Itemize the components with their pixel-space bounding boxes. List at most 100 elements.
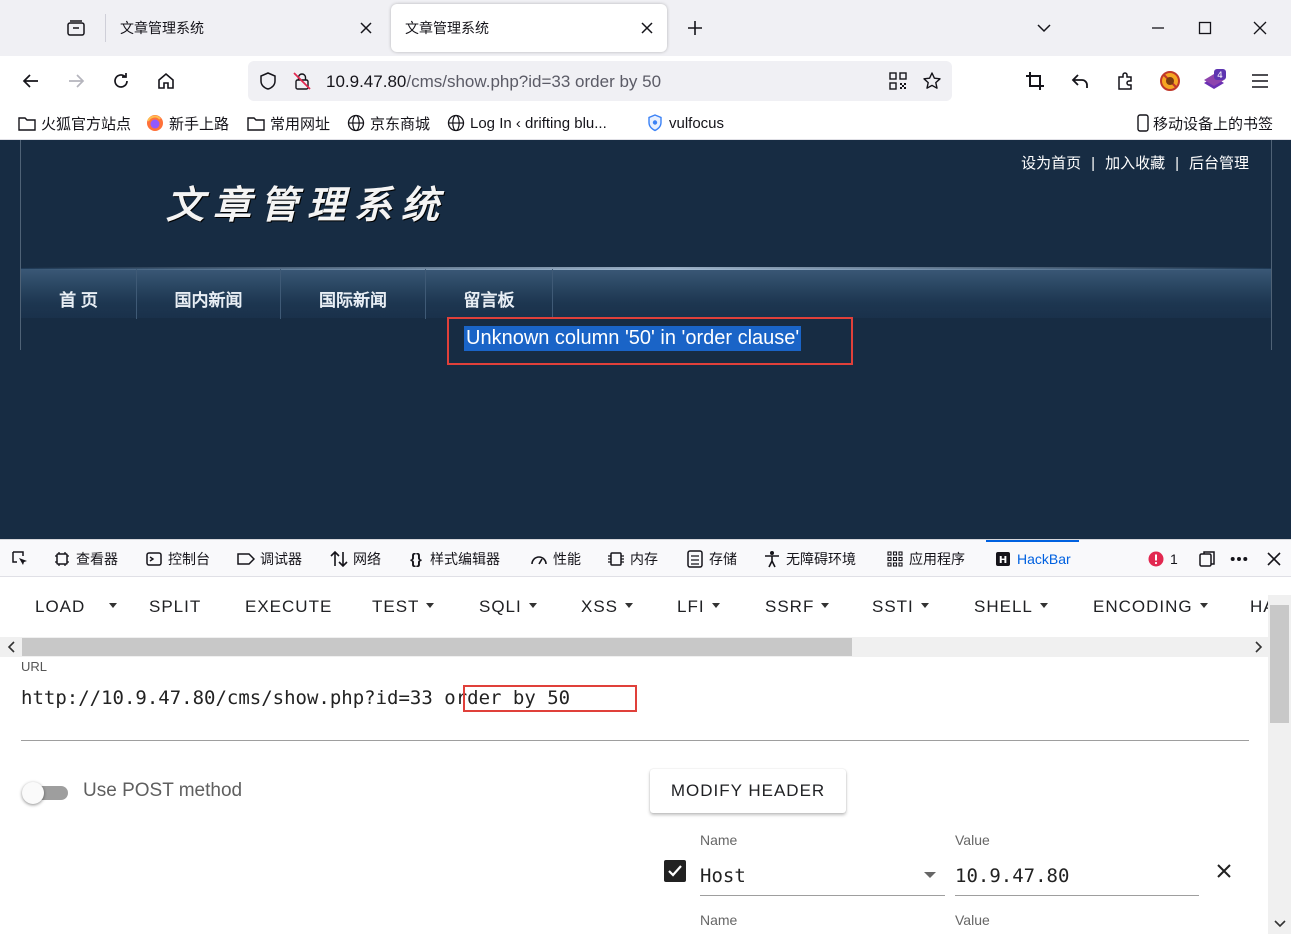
admin-link[interactable]: 后台管理 <box>1189 155 1249 172</box>
add-favorite-link[interactable]: 加入收藏 <box>1105 155 1165 172</box>
mobile-bookmarks[interactable]: 移动设备上的书签 <box>1136 113 1273 133</box>
horizontal-scrollbar[interactable] <box>0 637 1268 657</box>
undo-icon[interactable] <box>1064 65 1096 97</box>
next-header-value-label: Value <box>955 912 990 928</box>
error-highlight-box: Unknown column '50' in 'order clause' <box>447 317 853 365</box>
test-menu[interactable]: TEST <box>372 597 435 617</box>
chevron-down-icon[interactable] <box>1028 12 1060 44</box>
devtools-tab-inspector[interactable]: 查看器 <box>53 540 118 578</box>
bookmark-item[interactable]: vulfocus <box>646 113 724 133</box>
bookmark-item[interactable]: 京东商城 <box>347 113 430 133</box>
ssrf-menu[interactable]: SSRF <box>765 597 830 617</box>
devtools-tab-performance[interactable]: 性能 <box>530 540 581 578</box>
url-bar[interactable]: 10.9.47.80/cms/show.php?id=33 order by 5… <box>248 61 952 101</box>
execute-button[interactable]: EXECUTE <box>245 597 332 617</box>
scroll-left-icon[interactable] <box>3 639 19 655</box>
maximize-icon[interactable] <box>1189 12 1221 44</box>
shell-menu[interactable]: SHELL <box>974 597 1048 617</box>
header-value-input[interactable]: 10.9.47.80 <box>955 865 1069 887</box>
insecure-lock-icon[interactable] <box>292 71 312 91</box>
bookmark-label: 火狐官方站点 <box>41 115 132 133</box>
devtools-toolbar: 查看器 控制台 调试器 网络 {} 样式编辑器 性能 内存 存储 无障碍环境 应… <box>0 539 1291 577</box>
split-button[interactable]: SPLIT <box>149 597 201 617</box>
back-icon[interactable] <box>15 65 47 97</box>
load-dropdown-caret[interactable] <box>109 597 117 617</box>
site-header: 文章管理系统 设为首页 | 加入收藏 | 后台管理 <box>21 140 1271 268</box>
post-method-toggle[interactable] <box>20 780 70 804</box>
devtools-tab-label: 网络 <box>353 551 381 567</box>
new-tab-icon[interactable] <box>680 13 710 43</box>
devtools-tab-accessibility[interactable]: 无障碍环境 <box>763 540 856 578</box>
navigation-toolbar: 10.9.47.80/cms/show.php?id=33 order by 5… <box>0 56 1291 106</box>
qr-code-icon[interactable] <box>888 71 908 91</box>
xss-menu[interactable]: XSS <box>581 597 634 617</box>
element-picker-icon[interactable] <box>11 540 34 578</box>
devtools-tab-label: 样式编辑器 <box>430 551 500 567</box>
vertical-scrollbar[interactable] <box>1268 595 1291 934</box>
bookmark-star-icon[interactable] <box>922 71 942 91</box>
devtools-tab-network[interactable]: 网络 <box>330 540 381 578</box>
scroll-down-icon[interactable] <box>1272 916 1288 932</box>
extensions-puzzle-icon[interactable] <box>1109 65 1141 97</box>
minimize-icon[interactable] <box>1142 12 1174 44</box>
more-options-icon[interactable] <box>1230 540 1253 578</box>
hackbar-extension-icon[interactable]: 4 <box>1199 65 1231 97</box>
ssti-menu[interactable]: SSTI <box>872 597 929 617</box>
devtools-tab-style-editor[interactable]: {} 样式编辑器 <box>407 540 500 578</box>
remove-header-icon[interactable] <box>1212 859 1236 883</box>
dock-side-icon[interactable] <box>1198 540 1221 578</box>
set-homepage-link[interactable]: 设为首页 <box>1021 155 1081 172</box>
devtools-tab-application[interactable]: 应用程序 <box>886 540 965 578</box>
mobile-device-icon <box>1136 114 1150 132</box>
hashing-menu[interactable]: HA <box>1250 597 1268 617</box>
devtools-tab-label: 控制台 <box>168 551 210 567</box>
tracking-protection-icon[interactable] <box>258 71 278 91</box>
devtools-tab-console[interactable]: 控制台 <box>145 540 210 578</box>
nav-home[interactable]: 首 页 <box>21 269 137 319</box>
home-icon[interactable] <box>150 65 182 97</box>
close-icon[interactable] <box>352 14 380 42</box>
devtools-tab-hackbar[interactable]: H HackBar <box>986 540 1079 578</box>
scroll-right-icon[interactable] <box>1251 639 1267 655</box>
devtools-tab-label: 存储 <box>709 551 737 567</box>
sqli-menu[interactable]: SQLI <box>479 597 537 617</box>
bookmark-item[interactable]: 新手上路 <box>146 113 229 133</box>
devtools-tab-storage[interactable]: 存储 <box>686 540 737 578</box>
devtools-close-icon[interactable] <box>1265 540 1288 578</box>
close-icon[interactable] <box>633 14 661 42</box>
horizontal-scroll-thumb[interactable] <box>22 638 852 656</box>
blocker-extension-icon[interactable] <box>1154 65 1186 97</box>
vertical-scroll-thumb[interactable] <box>1270 605 1289 723</box>
error-count[interactable]: 1 <box>1147 540 1178 578</box>
tab-2-active[interactable]: 文章管理系统 <box>391 4 667 52</box>
devtools-tab-debugger[interactable]: 调试器 <box>237 540 302 578</box>
header-name-underline <box>700 895 945 896</box>
header-name-input[interactable]: Host <box>700 865 746 887</box>
window-close-icon[interactable] <box>1244 12 1276 44</box>
mobile-bookmarks-label: 移动设备上的书签 <box>1153 115 1274 133</box>
header-value-underline <box>955 895 1199 896</box>
load-button[interactable]: LOAD <box>35 597 85 617</box>
reload-icon[interactable] <box>105 65 137 97</box>
forward-icon[interactable] <box>60 65 92 97</box>
tab-1[interactable]: 文章管理系统 <box>105 4 386 52</box>
nav-domestic-news[interactable]: 国内新闻 <box>137 269 281 319</box>
devtools-tab-memory[interactable]: 内存 <box>607 540 658 578</box>
nav-message-board[interactable]: 留言板 <box>426 269 553 319</box>
site-nav: 首 页 国内新闻 国际新闻 留言板 <box>21 267 1271 319</box>
menu-icon[interactable] <box>1244 65 1276 97</box>
header-name-dropdown-icon[interactable] <box>924 872 936 878</box>
header-enabled-checkbox[interactable] <box>664 860 686 882</box>
devtools-tab-label: 无障碍环境 <box>786 551 856 567</box>
nav-international-news[interactable]: 国际新闻 <box>281 269 426 319</box>
devtools-tab-label: 性能 <box>553 551 581 567</box>
url-text[interactable]: 10.9.47.80/cms/show.php?id=33 order by 5… <box>326 72 661 92</box>
lfi-menu[interactable]: LFI <box>677 597 720 617</box>
bookmark-item[interactable]: Log In ‹ drifting blu... <box>447 113 607 133</box>
crop-icon[interactable] <box>1019 65 1051 97</box>
modify-header-button[interactable]: MODIFY HEADER <box>650 769 846 813</box>
bookmark-item[interactable]: 常用网址 <box>247 113 330 133</box>
bookmark-item[interactable]: 火狐官方站点 <box>18 113 131 133</box>
tab-list-icon[interactable] <box>62 14 90 42</box>
encoding-menu[interactable]: ENCODING <box>1093 597 1208 617</box>
